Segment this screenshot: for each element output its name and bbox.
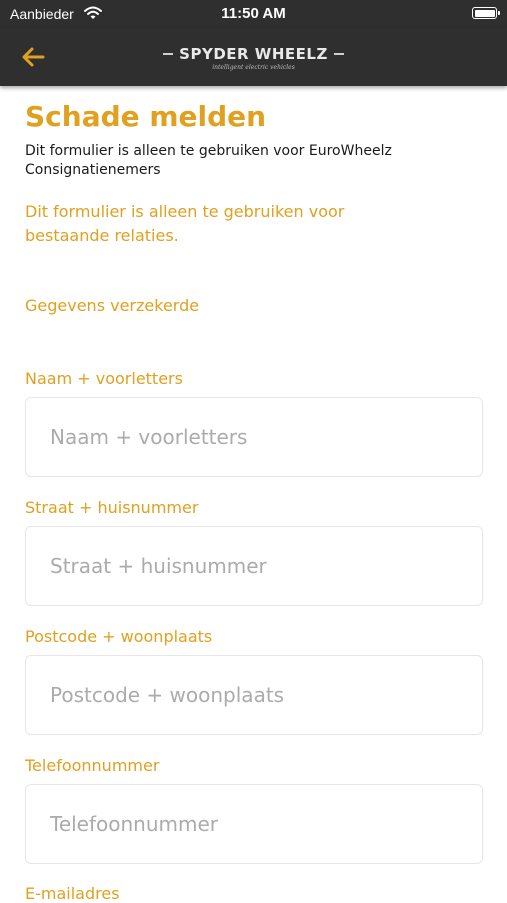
logo-tagline: intelligent electric vehicles — [212, 64, 295, 71]
battery-icon — [472, 7, 500, 19]
name-input[interactable] — [25, 397, 483, 477]
name-label: Naam + voorletters — [25, 369, 183, 388]
section-heading: Gegevens verzekerde — [25, 296, 200, 315]
navigation-bar: SPYDER WHEELZ intelligent electric vehic… — [0, 28, 507, 86]
notice-text: Dit formulier is alleen te gebruiken voo… — [25, 202, 345, 245]
phone-label: Telefoonnummer — [25, 756, 160, 775]
postcode-input[interactable] — [25, 655, 483, 735]
email-label: E-mailadres — [25, 884, 120, 903]
street-label: Straat + huisnummer — [25, 498, 199, 517]
phone-input[interactable] — [25, 784, 483, 864]
street-input[interactable] — [25, 526, 483, 606]
postcode-label: Postcode + woonplaats — [25, 627, 213, 646]
status-bar: Aanbieder 11:50 AM — [0, 0, 507, 28]
logo-title: SPYDER WHEELZ — [179, 45, 328, 63]
brand-logo: SPYDER WHEELZ intelligent electric vehic… — [0, 40, 507, 71]
clock: 11:50 AM — [221, 5, 286, 22]
page-title: Schade melden — [25, 100, 267, 133]
intro-text: Dit formulier is alleen te gebruiken voo… — [25, 143, 392, 178]
